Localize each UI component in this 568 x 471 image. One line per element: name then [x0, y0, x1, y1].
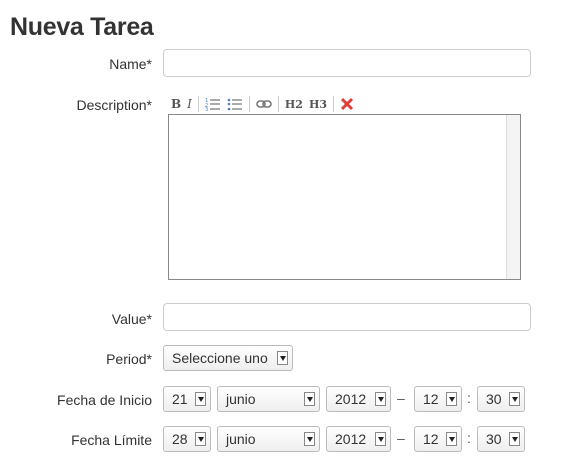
- end-month-select[interactable]: junio: [217, 426, 320, 452]
- svg-text:3: 3: [205, 107, 208, 111]
- end-date-label: Fecha Límite: [71, 432, 152, 448]
- end-hour-select[interactable]: 12: [414, 426, 462, 452]
- date-time-separator: –: [397, 390, 405, 406]
- editor-toolbar: B I 123 H2 H3: [168, 94, 528, 114]
- toolbar-divider: [248, 96, 250, 112]
- italic-button[interactable]: I: [184, 95, 195, 113]
- start-date-label: Fecha de Inicio: [57, 392, 152, 408]
- start-year-select[interactable]: 2012: [326, 386, 391, 412]
- end-day-value: 28: [172, 431, 188, 447]
- editor-scrollbar[interactable]: [506, 115, 520, 279]
- start-year-value: 2012: [335, 391, 367, 407]
- end-hour-value: 12: [423, 431, 439, 447]
- start-minute-value: 30: [486, 391, 502, 407]
- start-month-select[interactable]: junio: [217, 386, 320, 412]
- chevron-down-icon: [304, 432, 315, 446]
- unordered-list-icon[interactable]: [224, 95, 246, 113]
- toolbar-divider: [197, 96, 199, 112]
- chevron-down-icon: [446, 432, 457, 446]
- toolbar-divider: [333, 96, 334, 112]
- start-day-value: 21: [172, 391, 188, 407]
- chevron-down-icon: [509, 392, 520, 406]
- start-minute-select[interactable]: 30: [477, 386, 525, 412]
- description-label: Description*: [76, 97, 152, 113]
- end-day-select[interactable]: 28: [163, 426, 211, 452]
- start-hour-value: 12: [423, 391, 439, 407]
- chevron-down-icon: [375, 432, 386, 446]
- chevron-down-icon: [277, 351, 288, 365]
- description-editor[interactable]: [168, 114, 521, 280]
- end-minute-select[interactable]: 30: [477, 426, 525, 452]
- end-month-value: junio: [226, 431, 256, 447]
- bold-button[interactable]: B: [168, 95, 184, 113]
- end-year-select[interactable]: 2012: [326, 426, 391, 452]
- start-hour-select[interactable]: 12: [414, 386, 462, 412]
- h3-button[interactable]: H3: [306, 95, 330, 113]
- start-day-select[interactable]: 21: [163, 386, 211, 412]
- start-month-value: junio: [226, 391, 256, 407]
- chevron-down-icon: [375, 392, 386, 406]
- chevron-down-icon: [195, 432, 206, 446]
- name-input[interactable]: [163, 49, 531, 77]
- end-year-value: 2012: [335, 431, 367, 447]
- name-label: Name*: [109, 56, 152, 72]
- toolbar-divider: [277, 96, 279, 112]
- time-colon: :: [467, 430, 471, 446]
- date-time-separator: –: [397, 430, 405, 446]
- value-label: Value*: [111, 311, 152, 327]
- h2-button[interactable]: H2: [282, 95, 306, 113]
- period-label: Period*: [106, 351, 152, 367]
- time-colon: :: [467, 390, 471, 406]
- period-select-value: Seleccione uno: [172, 350, 268, 366]
- link-icon[interactable]: [253, 95, 275, 113]
- chevron-down-icon: [446, 392, 457, 406]
- ordered-list-icon[interactable]: 123: [202, 95, 224, 113]
- value-input[interactable]: [163, 303, 531, 331]
- chevron-down-icon: [509, 432, 520, 446]
- end-minute-value: 30: [486, 431, 502, 447]
- page-title: Nueva Tarea: [10, 13, 154, 41]
- chevron-down-icon: [195, 392, 206, 406]
- chevron-down-icon: [304, 392, 315, 406]
- remove-format-icon[interactable]: [337, 95, 357, 113]
- period-select[interactable]: Seleccione uno: [163, 345, 293, 371]
